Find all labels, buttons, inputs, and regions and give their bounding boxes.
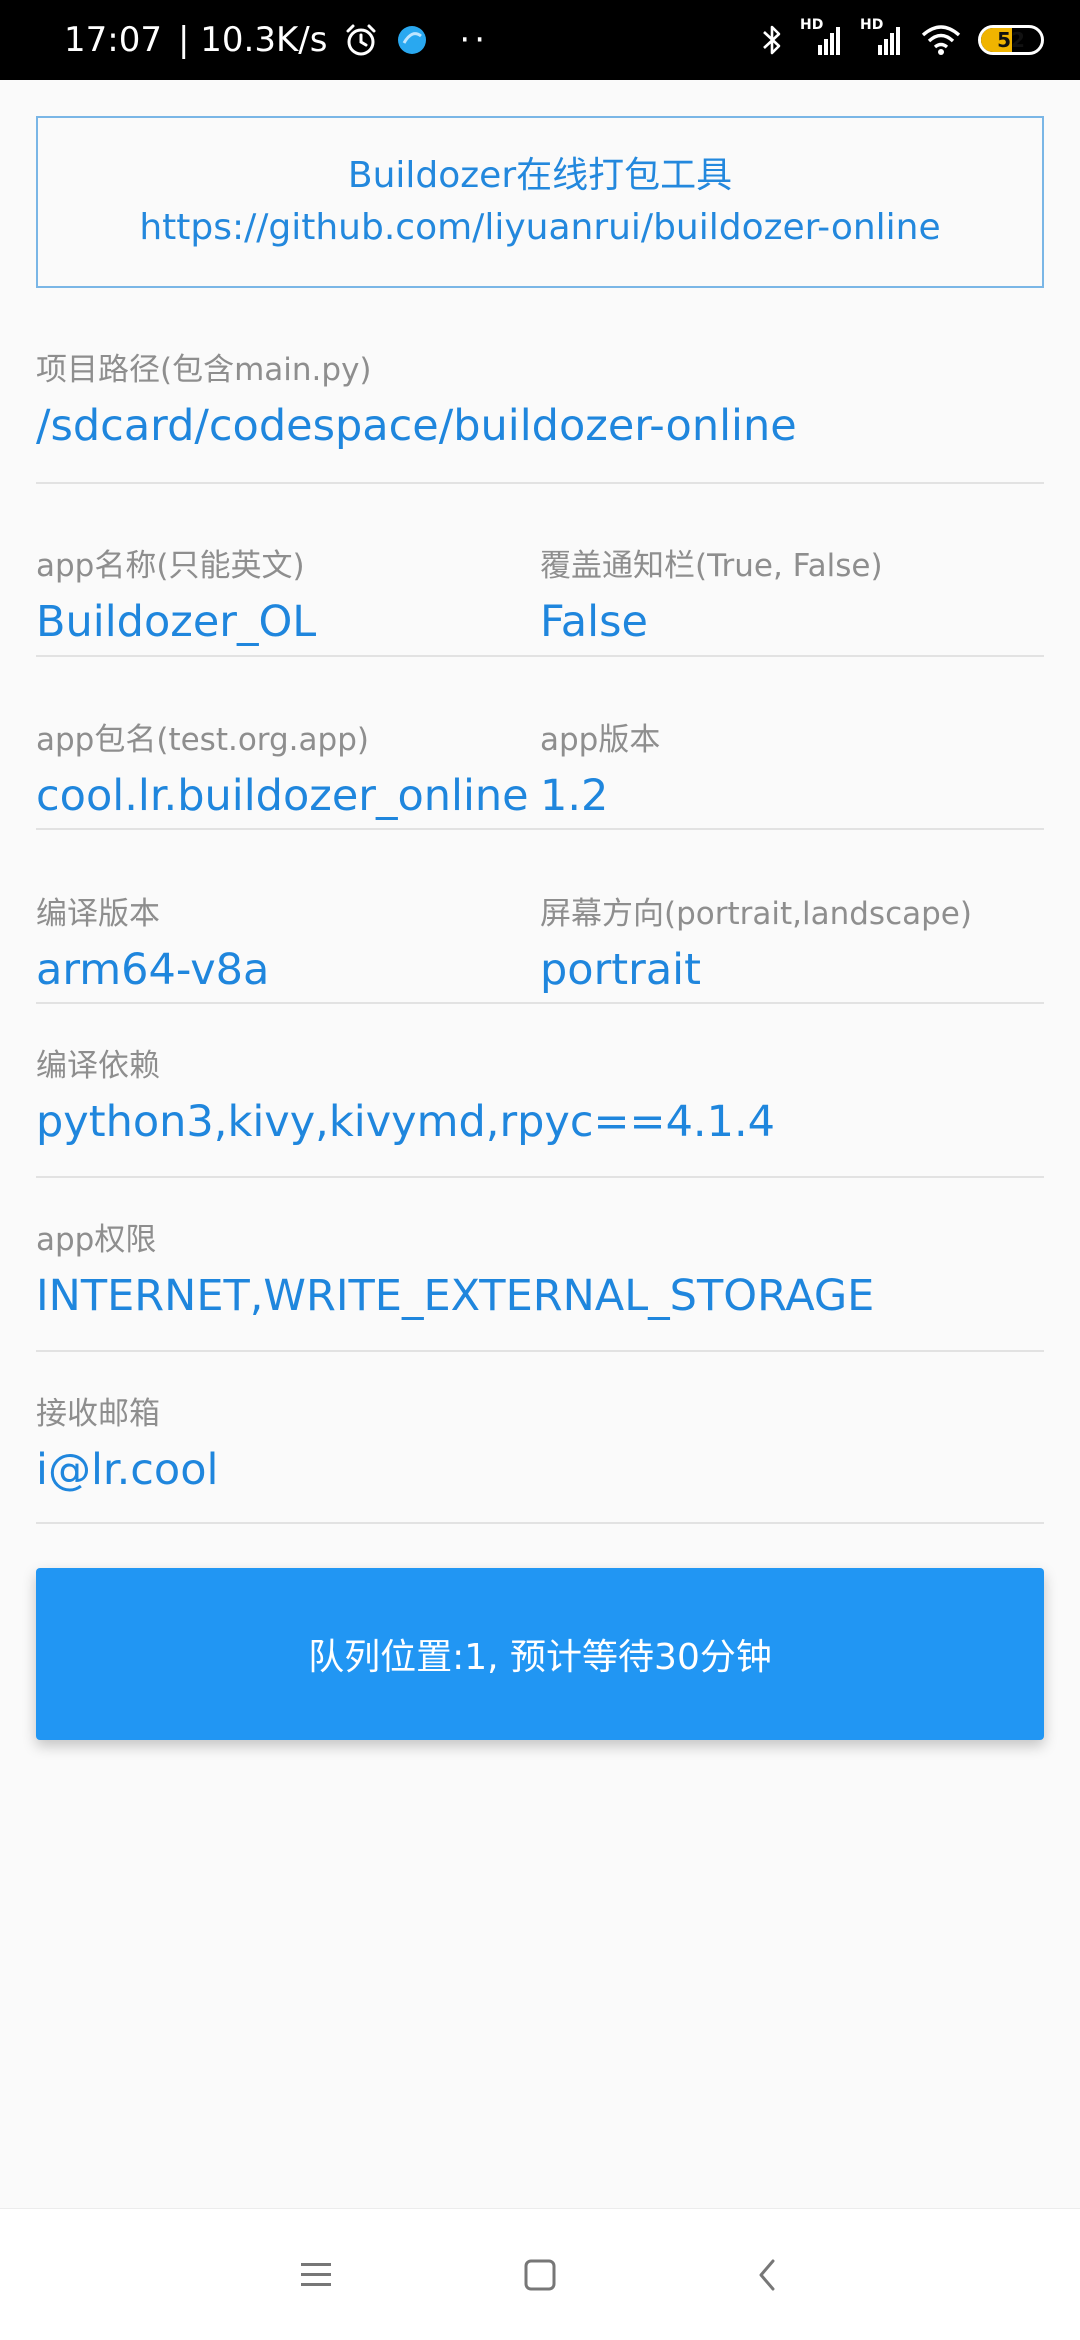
divider [36, 828, 1044, 830]
bluetooth-icon [760, 22, 784, 58]
field-fullscreen[interactable]: 覆盖通知栏(True, False) False [540, 546, 1044, 652]
status-time: 17:07 [64, 20, 162, 60]
arch-input[interactable]: arm64-v8a [36, 940, 536, 1000]
system-nav-bar [0, 2208, 1080, 2340]
requirements-input[interactable]: python3,kivy,kivymd,rpyc==4.1.4 [36, 1092, 1044, 1152]
field-permissions[interactable]: app权限 INTERNET,WRITE_EXTERNAL_STORAGE [36, 1220, 1044, 1326]
permissions-input[interactable]: INTERNET,WRITE_EXTERNAL_STORAGE [36, 1266, 1044, 1326]
field-app-version[interactable]: app版本 1.2 [540, 720, 1044, 826]
wifi-icon [920, 23, 962, 57]
hd-label-1: HD [800, 17, 824, 33]
divider [36, 482, 1044, 484]
alarm-icon [343, 22, 379, 58]
arch-label: 编译版本 [36, 896, 160, 932]
requirements-label: 编译依赖 [36, 1048, 160, 1084]
permissions-label: app权限 [36, 1222, 157, 1258]
field-package-name[interactable]: app包名(test.org.app) cool.lr.buildozer_on… [36, 720, 536, 826]
orientation-input[interactable]: portrait [540, 940, 1044, 1000]
status-bar: 17:07 | 10.3K/s ·· HD HD 52 [0, 0, 1080, 80]
signal-hd-icon-1: HD [800, 17, 844, 57]
field-orientation[interactable]: 屏幕方向(portrait,landscape) portrait [540, 894, 1044, 1000]
more-notifications-dots: ·· [459, 20, 490, 60]
project-path-input[interactable]: /sdcard/codespace/buildozer-online [36, 396, 1044, 456]
app-notification-icon [395, 23, 429, 57]
email-input[interactable]: i@lr.cool [36, 1440, 1044, 1500]
signal-hd-icon-2: HD [860, 17, 904, 57]
repo-link[interactable]: https://github.com/liyuanrui/buildozer-o… [139, 202, 940, 254]
project-path-label: 项目路径(包含main.py) [36, 352, 372, 388]
divider [36, 1522, 1044, 1524]
fullscreen-label: 覆盖通知栏(True, False) [540, 548, 883, 584]
app-name-label: app名称(只能英文) [36, 548, 305, 584]
queue-status-button[interactable]: 队列位置:1, 预计等待30分钟 [36, 1568, 1044, 1740]
field-app-name[interactable]: app名称(只能英文) Buildozer_OL [36, 546, 536, 652]
orientation-label: 屏幕方向(portrait,landscape) [540, 896, 972, 932]
back-chevron-icon[interactable] [738, 2245, 798, 2305]
field-arch[interactable]: 编译版本 arm64-v8a [36, 894, 536, 1000]
package-name-input[interactable]: cool.lr.buildozer_online [36, 766, 536, 826]
battery-icon: 52 [978, 25, 1044, 55]
divider [36, 1350, 1044, 1352]
home-square-icon[interactable] [510, 2245, 570, 2305]
divider [36, 1002, 1044, 1004]
fullscreen-input[interactable]: False [540, 592, 1044, 652]
field-requirements[interactable]: 编译依赖 python3,kivy,kivymd,rpyc==4.1.4 [36, 1046, 1044, 1152]
divider [36, 655, 1044, 657]
app-version-input[interactable]: 1.2 [540, 766, 1044, 826]
divider [36, 1176, 1044, 1178]
app-name-input[interactable]: Buildozer_OL [36, 592, 536, 652]
email-label: 接收邮箱 [36, 1396, 160, 1432]
app-version-label: app版本 [540, 722, 661, 758]
hd-label-2: HD [860, 17, 884, 33]
app-title: Buildozer在线打包工具 [347, 155, 733, 196]
header-box: Buildozer在线打包工具 https://github.com/liyua… [36, 116, 1044, 288]
status-net-speed: | 10.3K/s [177, 20, 328, 60]
field-email[interactable]: 接收邮箱 i@lr.cool [36, 1394, 1044, 1500]
battery-level: 52 [997, 28, 1025, 52]
menu-icon[interactable] [286, 2245, 346, 2305]
field-project-path[interactable]: 项目路径(包含main.py) /sdcard/codespace/buildo… [36, 350, 1044, 456]
package-name-label: app包名(test.org.app) [36, 722, 369, 758]
